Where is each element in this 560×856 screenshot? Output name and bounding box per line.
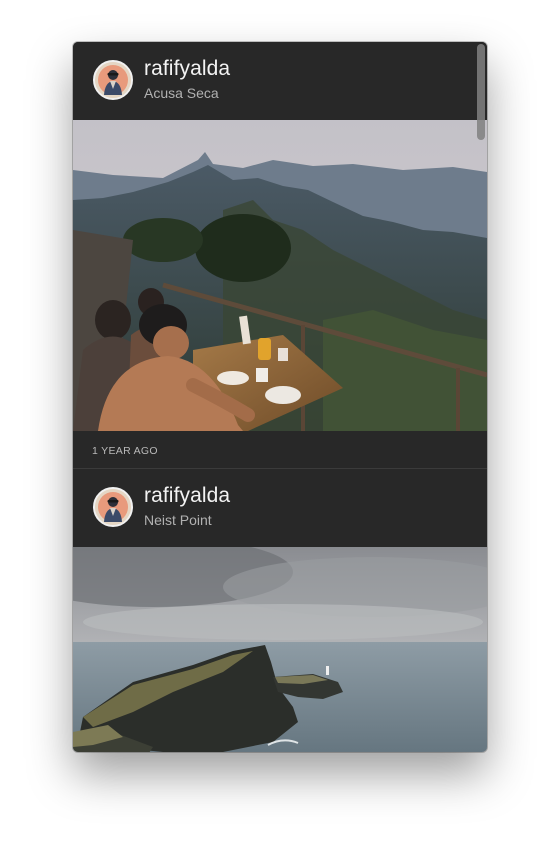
scrollbar-thumb[interactable] (477, 44, 485, 140)
location-label[interactable]: Neist Point (144, 512, 212, 528)
location-label[interactable]: Acusa Seca (144, 85, 219, 101)
feed-post: rafifyalda Acusa Seca 1 YEAR AGO (73, 42, 487, 469)
photo-feed[interactable]: rafifyalda Acusa Seca 1 YEAR AGO rafifya… (73, 42, 487, 752)
post-header: rafifyalda Neist Point (73, 469, 487, 547)
post-timestamp: 1 YEAR AGO (92, 445, 158, 457)
username[interactable]: rafifyalda (144, 484, 230, 508)
user-avatar[interactable] (93, 60, 133, 100)
user-avatar[interactable] (93, 487, 133, 527)
avatar-image (95, 489, 131, 525)
app-window: rafifyalda Acusa Seca 1 YEAR AGO rafifya… (73, 42, 487, 752)
post-photo[interactable] (73, 547, 487, 752)
post-photo[interactable] (73, 120, 487, 431)
mountain-dining-photo (73, 120, 487, 431)
avatar-image (95, 62, 131, 98)
sea-cliff-photo (73, 547, 487, 752)
feed-post: rafifyalda Neist Point (73, 469, 487, 752)
username[interactable]: rafifyalda (144, 57, 230, 81)
post-footer: 1 YEAR AGO (73, 431, 487, 469)
post-header: rafifyalda Acusa Seca (73, 42, 487, 120)
